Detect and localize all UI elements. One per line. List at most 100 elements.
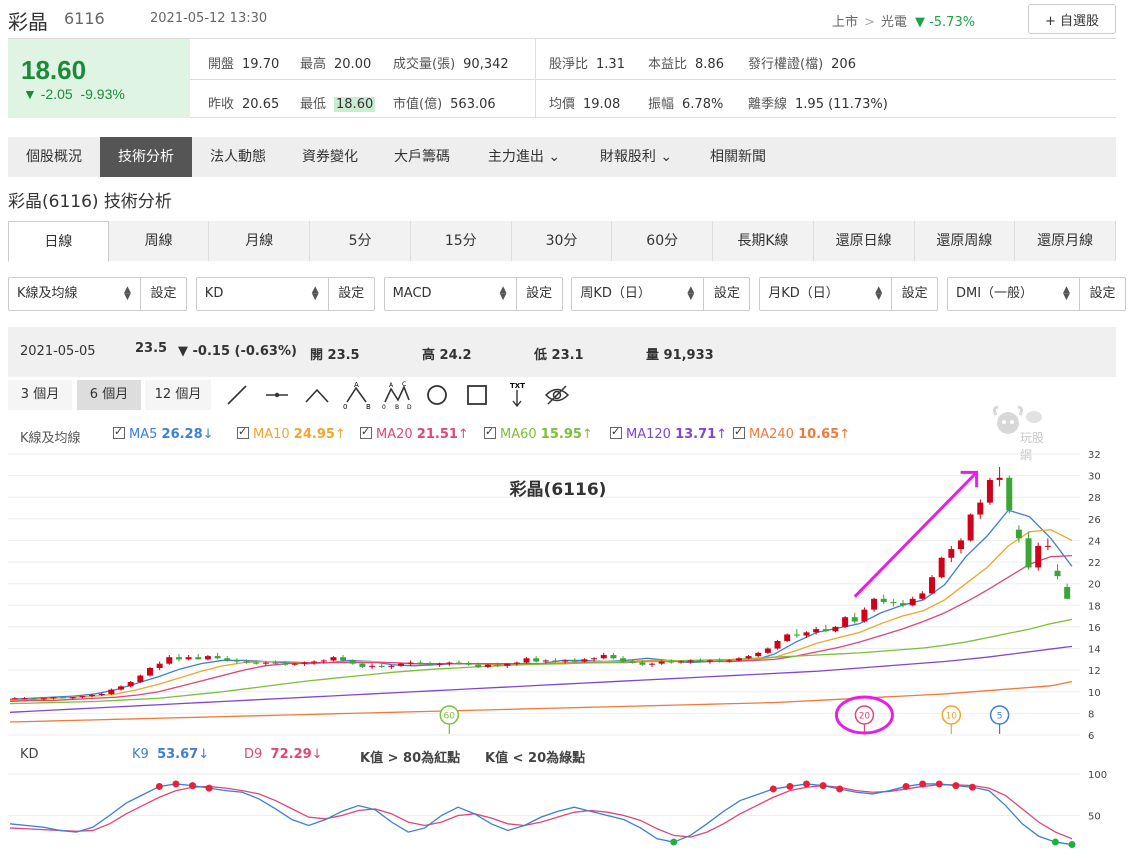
tab-6[interactable]: 財報股利 ⌄ — [580, 137, 692, 177]
range-button[interactable]: 3 個月 — [8, 380, 72, 410]
checkbox-icon[interactable] — [113, 425, 125, 439]
tab-5[interactable]: 主力進出 ⌄ — [468, 137, 580, 177]
price-box: 18.60 ▼ -2.05 -9.93% — [8, 39, 190, 118]
tab-2[interactable]: 法人動態 — [192, 137, 284, 177]
period-tab-0[interactable]: 日線 — [8, 221, 109, 262]
settings-button[interactable]: 設定 — [140, 278, 186, 310]
candle-body — [89, 695, 96, 697]
kd-chart[interactable]: 50 100 — [0, 764, 1128, 859]
range-button[interactable]: 12 個月 — [145, 380, 211, 410]
candle-body — [417, 662, 424, 664]
period-tab-1[interactable]: 周線 — [108, 221, 210, 261]
period-tab-8[interactable]: 還原日線 — [813, 221, 915, 261]
settings-button[interactable]: 設定 — [703, 278, 749, 310]
quote-field: 最高 20.00 — [300, 53, 371, 72]
candle-body — [340, 657, 347, 661]
candle-body — [842, 617, 849, 627]
quote-field-value: 20.65 — [242, 97, 280, 112]
candle-body — [195, 657, 202, 660]
indicator-select[interactable]: 周KD（日） — [572, 278, 699, 310]
ma-legend-ma10[interactable]: MA10 24.95↑ — [237, 425, 346, 442]
candle-body — [407, 662, 414, 664]
settings-button[interactable]: 設定 — [327, 278, 374, 310]
abcd-pattern-icon[interactable]: A C 0 B D — [382, 380, 412, 410]
segment-tool-icon[interactable] — [262, 380, 292, 410]
candle-body — [320, 660, 327, 662]
candle-body — [446, 662, 453, 664]
indicator-select[interactable]: DMI（一般） — [948, 278, 1075, 310]
candlestick-chart[interactable]: 6 8 10 12 14 16 18 20 22 24 26 28 30 32 彩晶(6116) 60 20 10… — [0, 448, 1128, 744]
breadcrumb-industry[interactable]: 光電 — [881, 15, 907, 30]
tab-0[interactable]: 個股概況 — [8, 137, 100, 177]
ma-legend-ma240[interactable]: MA240 10.65↑ — [733, 425, 850, 442]
candle-body — [494, 664, 501, 666]
line-tool-icon[interactable] — [222, 380, 252, 410]
tab-3[interactable]: 資券變化 — [284, 137, 376, 177]
kd-overbought-point — [952, 782, 960, 790]
ma-legend-ma20[interactable]: MA20 21.51↑ — [360, 425, 469, 442]
candle-body — [871, 598, 878, 610]
candle-body — [1015, 529, 1022, 539]
y-tick-label: 24 — [1088, 536, 1101, 547]
ma-line-ma10 — [9, 528, 1073, 702]
breadcrumb-market[interactable]: 上市 — [832, 15, 858, 30]
tab-1[interactable]: 技術分析 — [100, 137, 192, 177]
updown-arrow-icon: ▲ ▼ — [1063, 285, 1070, 302]
candle-body — [649, 663, 656, 665]
circle-tool-icon[interactable] — [422, 380, 452, 410]
period-tab-10[interactable]: 還原月線 — [1015, 221, 1116, 261]
checkbox-icon[interactable] — [484, 425, 496, 439]
checkbox-icon[interactable] — [237, 425, 249, 439]
ma-legend-ma120[interactable]: MA120 13.71↑ — [610, 425, 727, 442]
updown-arrow-icon: ▲ ▼ — [687, 285, 695, 302]
rectangle-tool-icon[interactable] — [462, 380, 492, 410]
period-tab-3[interactable]: 5分 — [310, 221, 411, 261]
settings-button[interactable]: 設定 — [891, 278, 937, 310]
stock-header: 彩晶 6116 2021-05-12 13:30 上市 > 光電 ▼ -5.73% +… — [0, 0, 1128, 38]
candle-body — [938, 557, 945, 578]
text-tool-icon[interactable]: TXT — [502, 380, 532, 410]
checkbox-icon[interactable] — [733, 425, 745, 439]
triangle-down-icon: ▼ — [914, 15, 930, 30]
ma-legend-ma5[interactable]: MA5 26.28↓ — [113, 425, 214, 442]
add-watchlist-button[interactable]: + 自選股 — [1028, 4, 1116, 34]
indicator-select[interactable]: KD — [197, 278, 324, 310]
quote-field: 均價 19.08 — [549, 93, 620, 112]
kd-overbought-point — [769, 785, 777, 793]
indicator-select[interactable]: MACD — [385, 278, 512, 310]
range-button[interactable]: 6 個月 — [77, 380, 141, 410]
candle-body — [1035, 545, 1042, 568]
period-tab-2[interactable]: 月線 — [209, 221, 311, 261]
kd-line-d9 — [9, 784, 1073, 840]
hide-drawings-icon[interactable] — [542, 380, 572, 410]
settings-button[interactable]: 設定 — [1079, 278, 1125, 310]
candle-body — [793, 634, 800, 636]
period-tab-5[interactable]: 30分 — [511, 221, 613, 261]
indicator-select[interactable]: 月KD（日） — [760, 278, 887, 310]
checkbox-icon[interactable] — [360, 425, 372, 439]
candle-body — [571, 660, 578, 662]
kd-oversold-point — [1051, 838, 1059, 846]
period-tab-6[interactable]: 60分 — [612, 221, 714, 261]
candle-body — [948, 549, 955, 558]
candle-body — [465, 663, 472, 665]
abc-pattern-icon[interactable]: A 0 B — [342, 380, 372, 410]
tab-4[interactable]: 大戶籌碼 — [376, 137, 468, 177]
candle-body — [21, 698, 28, 700]
info-open: 開 23.5 — [310, 348, 360, 363]
info-high: 高 24.2 — [422, 348, 472, 363]
checkbox-icon[interactable] — [610, 425, 622, 439]
candle-body — [620, 658, 627, 662]
period-tab-4[interactable]: 15分 — [410, 221, 512, 261]
ma-legend-ma60[interactable]: MA60 15.95↑ — [484, 425, 593, 442]
candle-body — [668, 661, 675, 663]
angle-tool-icon[interactable] — [302, 380, 332, 410]
settings-button[interactable]: 設定 — [515, 278, 562, 310]
indicator-select[interactable]: K線及均線 — [9, 278, 136, 310]
period-tab-9[interactable]: 還原周線 — [914, 221, 1016, 261]
period-tab-7[interactable]: 長期K線 — [713, 221, 814, 261]
kd-overbought-point — [155, 782, 163, 790]
tab-7[interactable]: 相關新聞 — [692, 137, 784, 177]
candle-body — [523, 658, 530, 663]
kd-overbought-point — [919, 780, 927, 788]
